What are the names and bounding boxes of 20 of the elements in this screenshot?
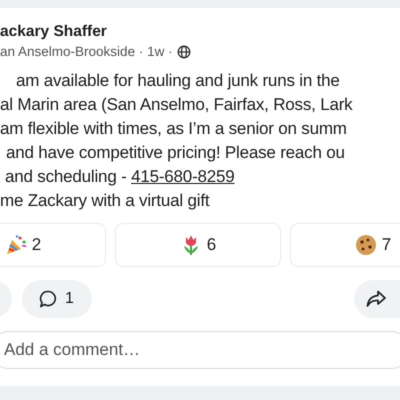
gift-button[interactable]: 6 [115, 223, 281, 267]
post-text: me Zackary with a virtual gift [0, 190, 210, 212]
phone-link[interactable]: 415-680-8259 [131, 167, 235, 186]
comment-button[interactable]: 1 [22, 280, 92, 318]
gift-button[interactable]: 7 [290, 223, 400, 267]
post-text: am flexible with times, as I’m a senior on summ [0, 118, 347, 140]
post-text: and have competitive pricing! Please reach ou [5, 142, 345, 164]
post-text: al Marin area (San Anselmo, Fairfax, Ross, Lark [0, 94, 352, 116]
cookie-icon [354, 234, 377, 256]
share-button[interactable] [354, 280, 400, 318]
author-name[interactable]: ackary Shaffer [0, 22, 107, 42]
globe-icon [176, 44, 191, 58]
speech-bubble-icon [38, 289, 58, 309]
post-text: am available for hauling and junk runs in the [15, 70, 340, 92]
post-text: and scheduling - [5, 167, 128, 186]
comment-field[interactable]: Add a comment… [0, 331, 400, 369]
party-popper-icon [4, 234, 27, 256]
share-arrow-icon [365, 289, 387, 309]
gift-button[interactable]: 2 [0, 223, 106, 267]
post-meta: an Anselmo-Brookside · 1w · [0, 44, 173, 59]
